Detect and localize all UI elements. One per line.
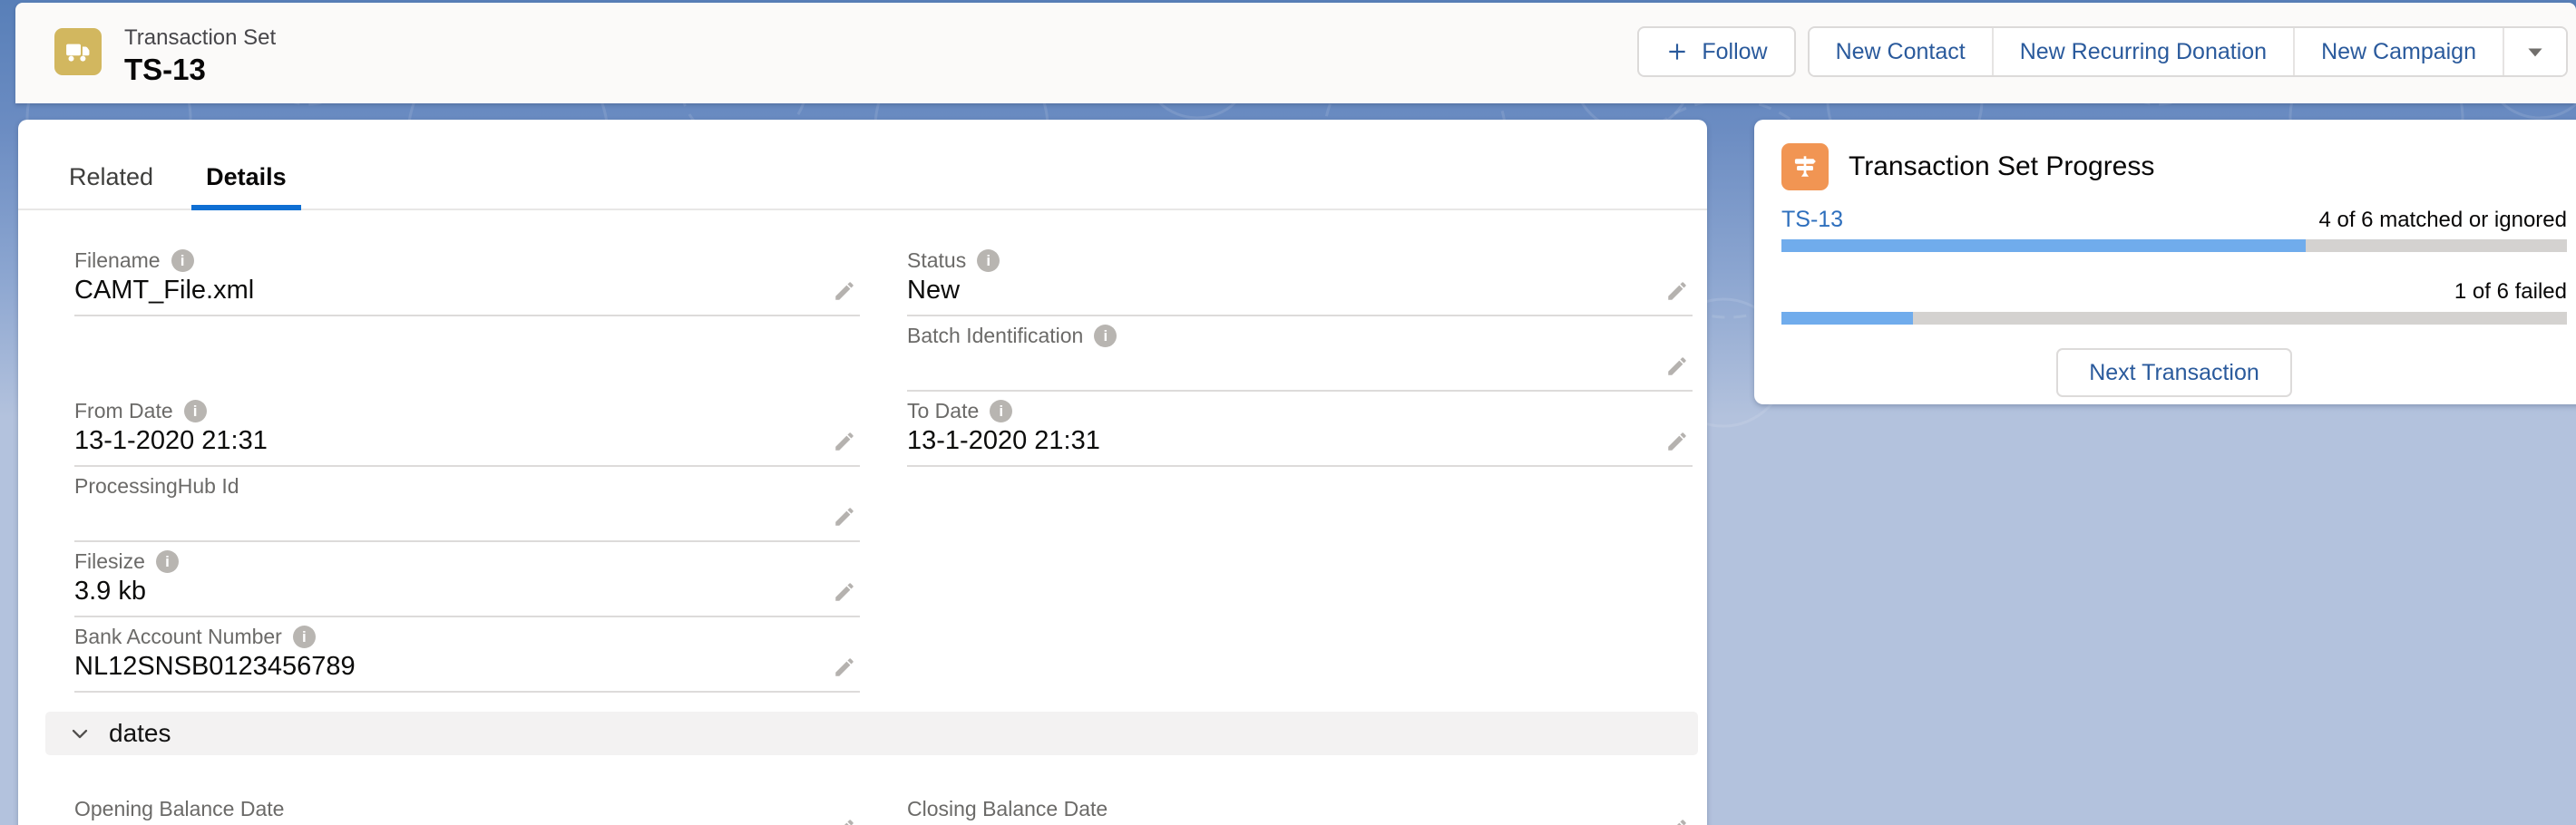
- transaction-set-progress-card: Transaction Set Progress TS-13 4 of 6 ma…: [1754, 120, 2576, 404]
- follow-label: Follow: [1702, 39, 1767, 65]
- edit-pencil-icon[interactable]: [833, 817, 856, 825]
- edit-pencil-icon[interactable]: [833, 505, 856, 529]
- field-bank-account-number: Bank Account Number NL12SNSB0123456789: [74, 617, 860, 693]
- signpost-icon: [1781, 143, 1829, 190]
- new-recurring-donation-button[interactable]: New Recurring Donation: [1992, 28, 2293, 75]
- info-icon[interactable]: [977, 249, 1000, 272]
- edit-pencil-icon[interactable]: [833, 580, 856, 604]
- tab-bar: Related Details: [18, 120, 1707, 210]
- info-icon[interactable]: [293, 626, 316, 648]
- plus-icon: [1665, 40, 1689, 63]
- field-spacer: [907, 467, 1693, 542]
- field-label: Batch Identification: [907, 324, 1083, 348]
- progress-bar-matched: [1781, 239, 2567, 252]
- field-from-date: From Date 13-1-2020 21:31: [74, 392, 860, 467]
- chevron-down-icon: [67, 721, 93, 746]
- edit-pencil-icon[interactable]: [1665, 430, 1689, 453]
- section-title: dates: [109, 719, 171, 748]
- edit-pencil-icon[interactable]: [833, 655, 856, 679]
- field-filesize: Filesize 3.9 kb: [74, 542, 860, 617]
- field-label: Opening Balance Date: [74, 797, 284, 821]
- edit-pencil-icon[interactable]: [1665, 817, 1689, 825]
- next-transaction-button[interactable]: Next Transaction: [2056, 348, 2292, 397]
- field-grid-dates: Opening Balance Date 13-1-2020 Closing B…: [74, 790, 1693, 825]
- metric-label: 1 of 6 failed: [2454, 279, 2567, 305]
- field-closing-balance-date: Closing Balance Date 13-1-2020: [907, 790, 1693, 825]
- field-value: CAMT_File.xml: [74, 276, 254, 306]
- field-spacer: [74, 316, 860, 392]
- edit-pencil-icon[interactable]: [833, 279, 856, 303]
- chevron-down-icon: [2522, 39, 2548, 64]
- edit-pencil-icon[interactable]: [833, 430, 856, 453]
- object-label: Transaction Set: [124, 24, 276, 52]
- field-label: To Date: [907, 399, 979, 423]
- new-campaign-button[interactable]: New Campaign: [2293, 28, 2503, 75]
- tab-related[interactable]: Related: [54, 149, 168, 209]
- tab-details[interactable]: Details: [191, 149, 301, 210]
- progress-card-title: Transaction Set Progress: [1849, 151, 2154, 182]
- progress-bar-failed: [1781, 312, 2567, 325]
- field-label: Bank Account Number: [74, 625, 282, 649]
- new-contact-button[interactable]: New Contact: [1810, 28, 1992, 75]
- field-processinghub-id: ProcessingHub Id: [74, 467, 860, 542]
- progress-fill: [1781, 239, 2306, 252]
- field-opening-balance-date: Opening Balance Date 13-1-2020: [74, 790, 860, 825]
- metric-label: 4 of 6 matched or ignored: [2318, 208, 2567, 233]
- field-spacer: [907, 617, 1693, 693]
- field-filename: Filename CAMT_File.xml: [74, 241, 860, 316]
- field-status: Status New: [907, 241, 1693, 316]
- field-value: 3.9 kb: [74, 577, 146, 607]
- metric-row: 1 of 6 failed: [1781, 279, 2567, 305]
- truck-icon: [54, 28, 102, 75]
- edit-pencil-icon[interactable]: [1665, 354, 1689, 378]
- field-value: 13-1-2020 21:31: [907, 426, 1100, 456]
- field-value: NL12SNSB0123456789: [74, 652, 356, 682]
- record-page: Transaction Set TS-13 Follow New Contact…: [0, 0, 2576, 825]
- field-label: From Date: [74, 399, 173, 423]
- field-label: ProcessingHub Id: [74, 474, 239, 499]
- section-header-dates[interactable]: dates: [45, 712, 1698, 755]
- record-detail-card: Related Details Filename CAMT_File.xml S…: [18, 120, 1707, 825]
- record-link[interactable]: TS-13: [1781, 207, 1843, 233]
- action-button-group: New Contact New Recurring Donation New C…: [1808, 26, 2568, 77]
- info-icon[interactable]: [990, 400, 1012, 422]
- field-to-date: To Date 13-1-2020 21:31: [907, 392, 1693, 467]
- more-actions-button[interactable]: [2503, 28, 2566, 75]
- info-icon[interactable]: [1094, 325, 1117, 347]
- info-icon[interactable]: [156, 550, 179, 573]
- metric-row: TS-13 4 of 6 matched or ignored: [1781, 207, 2567, 232]
- field-label: Filesize: [74, 549, 145, 574]
- field-value: 13-1-2020 21:31: [74, 426, 268, 456]
- progress-fill: [1781, 312, 1913, 325]
- follow-button[interactable]: Follow: [1637, 26, 1795, 77]
- record-header: Transaction Set TS-13 Follow New Contact…: [15, 3, 2576, 103]
- field-value: New: [907, 276, 960, 306]
- edit-pencil-icon[interactable]: [1665, 279, 1689, 303]
- field-batch-identification: Batch Identification: [907, 316, 1693, 392]
- progress-card-header: Transaction Set Progress: [1781, 143, 2567, 190]
- field-label: Filename: [74, 248, 161, 273]
- field-spacer: [907, 542, 1693, 617]
- field-label: Closing Balance Date: [907, 797, 1107, 821]
- page-title: TS-13: [124, 52, 276, 88]
- header-actions: Follow New Contact New Recurring Donatio…: [1637, 26, 2568, 77]
- info-icon[interactable]: [184, 400, 207, 422]
- field-label: Status: [907, 248, 966, 273]
- field-grid: Filename CAMT_File.xml Status New Batch …: [74, 241, 1693, 693]
- info-icon[interactable]: [171, 249, 194, 272]
